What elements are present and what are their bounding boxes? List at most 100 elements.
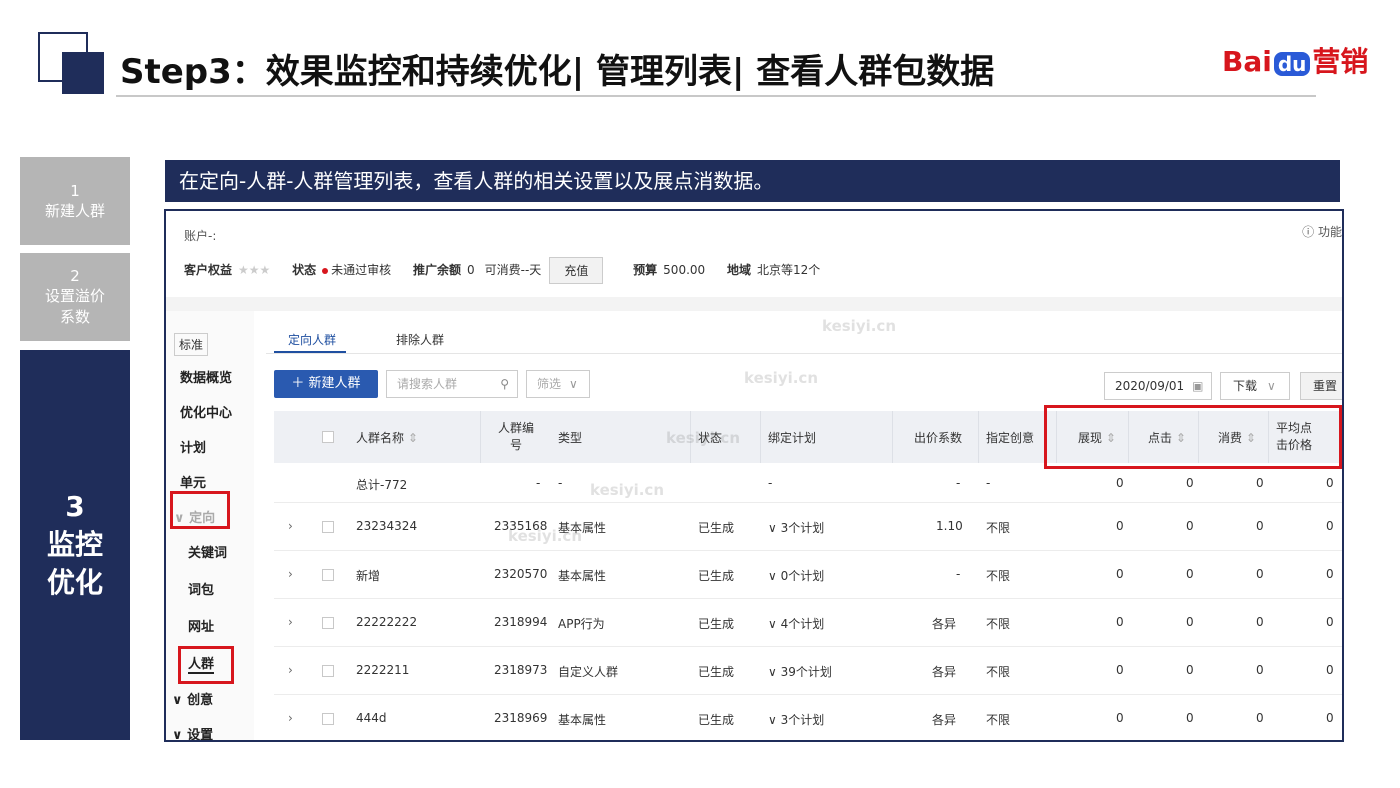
chevron-down-icon: ∨ <box>768 521 781 535</box>
date-picker[interactable]: 2020/09/01 ▣ <box>1104 372 1212 400</box>
row-checkbox[interactable] <box>322 665 334 677</box>
separator-bar <box>166 297 1342 311</box>
watermark: kesiyi.cn <box>744 369 819 387</box>
consumable-days: 可消费--天 <box>484 263 542 277</box>
download-dropdown[interactable]: 下载 ∨ <box>1220 372 1290 400</box>
col-sep <box>760 411 761 463</box>
logo-square-filled <box>62 52 104 94</box>
function-link[interactable]: ⓘ 功能 <box>1302 223 1342 240</box>
plan-dropdown[interactable]: ∨ 3个计划 <box>768 519 824 536</box>
search-input[interactable]: 请搜索人群 ⚲ <box>386 370 518 398</box>
recharge-button[interactable]: 充值 <box>549 257 604 284</box>
watermark: kesiyi.cn <box>590 481 665 499</box>
step-2-num: 2 <box>70 267 80 285</box>
sidebar-item-unit[interactable]: 单元 <box>180 472 206 491</box>
expand-icon[interactable]: › <box>288 663 293 677</box>
budget-label: 预算 <box>633 263 658 277</box>
calendar-icon: ▣ <box>1192 379 1204 393</box>
sidebar-item-url[interactable]: 网址 <box>188 616 214 635</box>
chevron-down-icon: ∨ <box>768 665 781 679</box>
sidebar-item-plan[interactable]: 计划 <box>180 437 206 456</box>
description-banner: 在定向-人群-人群管理列表，查看人群的相关设置以及展点消数据。 <box>165 160 1340 202</box>
account-info-bar: 客户权益 ★★★ 状态 未通过审核 推广余额 0 可消费--天 充值 预算 500.00 地… <box>184 257 820 284</box>
new-audience-button[interactable]: ＋ 新建人群 <box>274 370 378 398</box>
plan-dropdown[interactable]: ∨ 0个计划 <box>768 567 824 584</box>
step-1-num: 1 <box>70 181 80 200</box>
plan-dropdown[interactable]: ∨ 3个计划 <box>768 711 824 728</box>
row-checkbox[interactable] <box>322 569 334 581</box>
highlight-targeting <box>170 491 230 529</box>
col-name[interactable]: 人群名称 ⇕ <box>356 429 418 446</box>
status-value: 未通过审核 <box>331 263 392 277</box>
ui-screenshot: 账户-: ⓘ 功能 客户权益 ★★★ 状态 未通过审核 推广余额 0 可消费--天 充值 … <box>164 209 1344 742</box>
step-2[interactable]: 2 设置溢价 系数 <box>20 253 130 341</box>
baidu-logo: Bai du 营销 <box>1222 45 1369 78</box>
expand-icon[interactable]: › <box>288 615 293 629</box>
row-checkbox[interactable] <box>322 617 334 629</box>
step-2-label2: 系数 <box>59 308 90 326</box>
select-all-checkbox[interactable] <box>322 431 334 443</box>
status-dot-icon <box>322 267 329 274</box>
watermark: kesiyi.cn <box>508 527 583 545</box>
col-plan: 绑定计划 <box>768 431 817 445</box>
sidebar-item-creative[interactable]: ∨ 创意 <box>172 689 213 708</box>
highlight-audience <box>178 646 234 684</box>
step-3-label1: 监控 <box>46 528 103 561</box>
rights-stars: ★★★ <box>238 263 271 277</box>
reset-button[interactable]: 重置 <box>1300 372 1342 400</box>
plan-dropdown[interactable]: ∨ 39个计划 <box>768 663 832 680</box>
tab-targeted-audience[interactable]: 定向人群 <box>288 331 336 348</box>
filter-select[interactable]: 筛选 ∨ <box>526 370 590 398</box>
highlight-metrics <box>1044 405 1342 469</box>
chevron-down-icon: ∨ <box>172 728 188 742</box>
col-sep <box>892 411 893 463</box>
table-total-row: 总计-772 - - - - - 0 0 0 0 <box>274 463 1342 503</box>
col-sep <box>978 411 979 463</box>
chevron-down-icon: ∨ <box>768 713 781 727</box>
plan-dropdown[interactable]: ∨ 4个计划 <box>768 615 824 632</box>
table-row[interactable]: › 444d 2318969 基本属性 已生成 ∨ 3个计划 各异 不限 0 0… <box>274 695 1342 740</box>
standard-toggle[interactable]: 标准 <box>174 333 209 356</box>
step-1[interactable]: 1 新建人群 <box>20 157 130 245</box>
region-label: 地域 <box>727 263 752 277</box>
sidebar-item-settings[interactable]: ∨ 设置 <box>172 724 213 742</box>
expand-icon[interactable]: › <box>288 567 293 581</box>
table-row[interactable]: › 新增 2320570 基本属性 已生成 ∨ 0个计划 - 不限 0 0 0 … <box>274 551 1342 599</box>
search-icon: ⚲ <box>500 377 509 391</box>
chevron-down-icon: ∨ <box>768 569 781 583</box>
budget-value: 500.00 <box>663 263 706 277</box>
expand-icon[interactable]: › <box>288 519 293 533</box>
step-3-active[interactable]: 3 监控 优化 <box>20 350 130 740</box>
sidebar-item-optimize[interactable]: 优化中心 <box>180 402 232 421</box>
region-value: 北京等12个 <box>757 263 821 277</box>
sidebar-item-wordpack[interactable]: 词包 <box>188 579 214 598</box>
row-checkbox[interactable] <box>322 713 334 725</box>
account-label: 账户-: <box>184 229 217 243</box>
col-sep <box>480 411 481 463</box>
expand-icon[interactable]: › <box>288 711 293 725</box>
table-row[interactable]: › 23234324 2335168 基本属性 已生成 ∨ 3个计划 1.10 … <box>274 503 1342 551</box>
watermark: kesiyi.cn <box>666 429 741 447</box>
slide-title: Step3：效果监控和持续优化| 管理列表| 查看人群包数据 <box>120 52 995 92</box>
table-row[interactable]: › 22222222 2318994 APP行为 已生成 ∨ 4个计划 各异 不… <box>274 599 1342 647</box>
sidebar-item-keyword[interactable]: 关键词 <box>188 542 227 561</box>
col-id[interactable]: 人群编号 <box>498 419 534 453</box>
sort-icon: ⇕ <box>407 431 418 445</box>
title-divider <box>116 95 1316 97</box>
watermark: kesiyi.cn <box>822 317 897 335</box>
col-type: 类型 <box>558 431 583 445</box>
step-3-num: 3 <box>65 490 85 523</box>
table-row[interactable]: › 2222211 2318973 自定义人群 已生成 ∨ 39个计划 各异 不… <box>274 647 1342 695</box>
step-1-label: 新建人群 <box>44 201 105 220</box>
step-3-label2: 优化 <box>46 566 103 599</box>
chevron-down-icon: ∨ <box>172 693 188 708</box>
tab-excluded-audience[interactable]: 排除人群 <box>396 331 444 348</box>
row-checkbox[interactable] <box>322 521 334 533</box>
tab-divider <box>266 353 1342 354</box>
rights-label: 客户权益 <box>184 263 233 277</box>
chevron-down-icon: ∨ <box>768 617 781 631</box>
chevron-down-icon: ∨ <box>1267 379 1276 393</box>
sidebar-item-overview[interactable]: 数据概览 <box>180 367 232 386</box>
balance-label: 推广余额 <box>412 263 461 277</box>
step-2-label1: 设置溢价 <box>44 287 105 305</box>
